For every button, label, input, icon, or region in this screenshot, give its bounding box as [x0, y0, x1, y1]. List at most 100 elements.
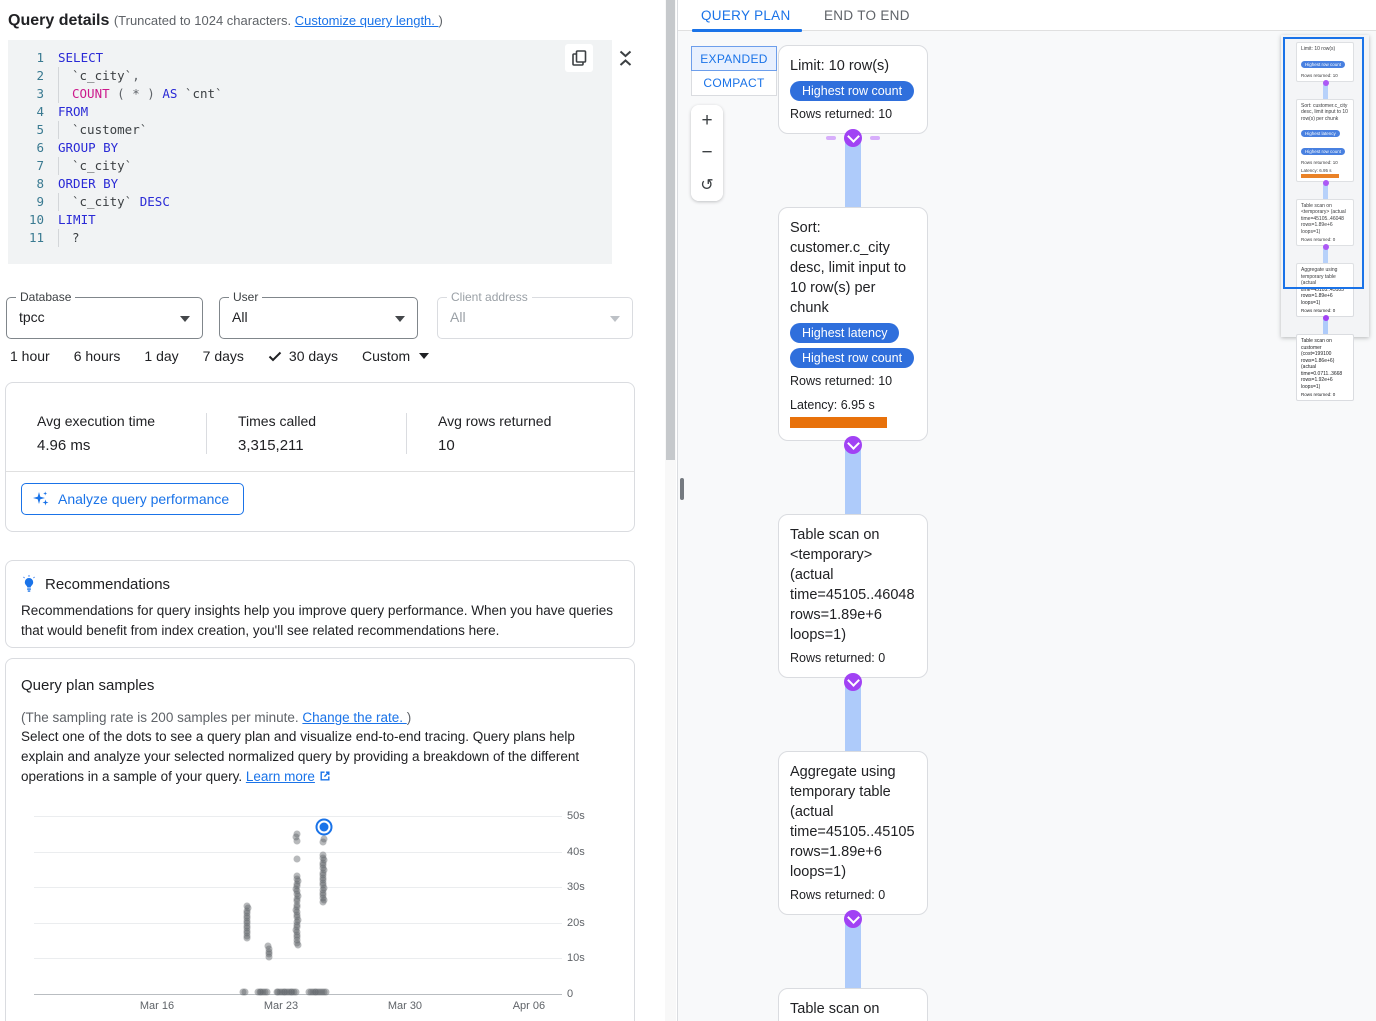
zoom-in-button[interactable]: + — [691, 105, 723, 137]
zoom-out-button[interactable]: − — [691, 137, 723, 169]
user-select[interactable]: User All — [219, 297, 418, 339]
sample-dot[interactable] — [323, 989, 330, 996]
plan-connector — [778, 915, 928, 988]
sample-dot[interactable] — [320, 899, 327, 906]
plan-connector — [778, 134, 928, 207]
client-address-select-label: Client address — [447, 290, 532, 304]
query-stats-card: Avg execution time4.96 msTimes called3,3… — [5, 382, 635, 532]
line-number: 2 — [8, 67, 44, 85]
x-axis-tick: Apr 06 — [513, 1000, 545, 1012]
tab-query-plan[interactable]: QUERY PLAN — [701, 0, 791, 31]
truncation-note: (Truncated to 1024 characters. Customize… — [114, 13, 443, 28]
gridline — [34, 852, 562, 853]
chevron-down-icon — [180, 316, 190, 322]
selected-sample-dot[interactable] — [316, 818, 333, 835]
plan-node-title: Table scan on <temporary> (actual time=4… — [790, 525, 916, 645]
zoom-controls: + − ↺ — [691, 105, 723, 201]
plan-node-title: Aggregate using temporary table (actual … — [790, 762, 916, 882]
active-tab-indicator — [692, 29, 802, 32]
plan-node: Aggregate using temporary table (actual … — [778, 751, 928, 915]
collapse-node-icon[interactable] — [844, 129, 862, 147]
copy-icon — [572, 50, 587, 67]
line-number: 7 — [8, 157, 44, 175]
plan-node: Table scan on customer — [778, 988, 928, 1021]
view-mode-toggle: EXPANDED COMPACT — [691, 46, 777, 96]
stat-value: 10 — [438, 437, 606, 454]
time-range-label: Custom — [362, 348, 410, 364]
chevron-down-icon — [619, 50, 632, 58]
page-title: Query details — [8, 12, 109, 29]
collapse-sql-button[interactable] — [612, 44, 638, 72]
sql-line: 9`c_city` DESC — [8, 193, 612, 211]
line-number: 9 — [8, 193, 44, 211]
stat-avg-rows-returned: Avg rows returned10 — [406, 413, 606, 454]
compact-button[interactable]: COMPACT — [691, 71, 777, 96]
check-icon — [268, 351, 282, 362]
collapse-node-icon[interactable] — [844, 673, 862, 691]
y-axis-tick: 10s — [567, 952, 585, 964]
sql-line-text: `c_city` — [58, 157, 132, 175]
plan-node-title: Table scan on customer — [790, 999, 916, 1021]
client-address-select: Client address All — [437, 297, 633, 339]
sample-dot[interactable] — [241, 989, 248, 996]
rows-returned: Rows returned: 0 — [790, 651, 916, 665]
sql-line-text: GROUP BY — [58, 139, 118, 157]
x-axis-tick: Mar 30 — [388, 1000, 422, 1012]
sampling-rate-note: (The sampling rate is 200 samples per mi… — [21, 710, 619, 725]
customize-query-length-link[interactable]: Customize query length. — [295, 13, 439, 28]
time-range-1-day[interactable]: 1 day — [144, 348, 178, 364]
connector-wing — [870, 136, 880, 140]
collapse-node-icon[interactable] — [844, 436, 862, 454]
divider — [6, 471, 634, 472]
tab-end-to-end[interactable]: END TO END — [824, 0, 910, 31]
collapse-node-icon[interactable] — [844, 910, 862, 928]
time-range-7-days[interactable]: 7 days — [203, 348, 244, 364]
time-range-6-hours[interactable]: 6 hours — [74, 348, 121, 364]
database-select-label: Database — [16, 290, 75, 304]
stat-label: Avg execution time — [37, 413, 206, 429]
recommendations-body: Recommendations for query insights help … — [21, 601, 621, 641]
line-number: 1 — [8, 49, 44, 67]
reset-zoom-button[interactable]: ↺ — [691, 169, 723, 201]
analyze-button-label: Analyze query performance — [58, 491, 229, 507]
sample-dot[interactable] — [244, 902, 251, 909]
line-number: 6 — [8, 139, 44, 157]
query-details-header: Query details (Truncated to 1024 charact… — [8, 12, 443, 30]
rows-returned: Rows returned: 10 — [790, 374, 916, 388]
sql-line: 5`customer` — [8, 121, 612, 139]
sample-dot[interactable] — [263, 989, 270, 996]
plan-node-title: Sort: customer.c_city desc, limit input … — [790, 218, 916, 318]
status-badge: Highest latency — [790, 318, 916, 343]
sample-dot[interactable] — [293, 838, 300, 845]
learn-more-link[interactable]: Learn more — [246, 769, 315, 784]
plan-node-title: Limit: 10 row(s) — [790, 56, 916, 76]
database-select[interactable]: Database tpcc — [6, 297, 203, 339]
chevron-down-icon — [419, 353, 429, 359]
sample-dot[interactable] — [293, 855, 300, 862]
stat-label: Times called — [238, 413, 406, 429]
change-rate-link[interactable]: Change the rate. — [302, 710, 406, 725]
time-range-1-hour[interactable]: 1 hour — [10, 348, 50, 364]
analyze-query-performance-button[interactable]: Analyze query performance — [21, 483, 244, 515]
panel-resize-handle[interactable] — [680, 478, 684, 500]
sample-dot[interactable] — [293, 989, 300, 996]
minimap-viewport[interactable] — [1283, 37, 1364, 289]
y-axis-tick: 30s — [567, 881, 585, 893]
time-range-custom[interactable]: Custom — [362, 348, 429, 364]
rows-returned: Rows returned: 10 — [790, 107, 916, 121]
samples-description: Select one of the dots to see a query pl… — [21, 727, 621, 787]
sample-dot[interactable] — [320, 838, 327, 845]
time-range-filter: 1 hour 6 hours 1 day 7 days 30 days Custom — [10, 348, 429, 364]
line-number: 5 — [8, 121, 44, 139]
expanded-button[interactable]: EXPANDED — [691, 46, 777, 71]
status-badge: Highest row count — [790, 76, 916, 101]
time-range-30-days[interactable]: 30 days — [268, 348, 338, 364]
scrollbar-thumb[interactable] — [666, 0, 675, 460]
copy-sql-button[interactable] — [565, 44, 593, 72]
sample-dot[interactable] — [264, 943, 271, 950]
plan-tab-bar: QUERY PLAN END TO END — [678, 0, 1376, 31]
sql-line: 11? — [8, 229, 612, 247]
line-number: 8 — [8, 175, 44, 193]
sql-line-text: ? — [58, 229, 80, 247]
sample-dot[interactable] — [294, 942, 301, 949]
